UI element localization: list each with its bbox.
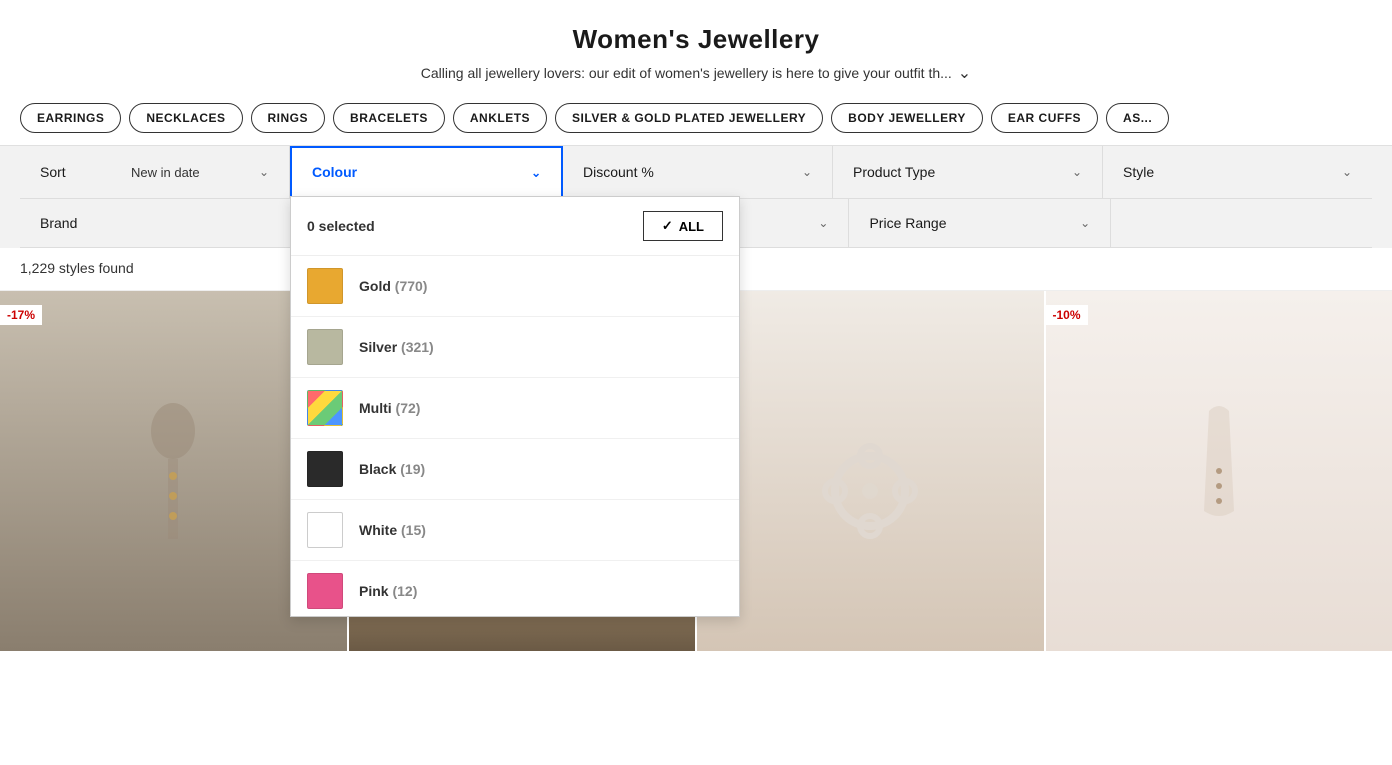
page-title-area: Women's Jewellery Calling all jewellery …	[0, 0, 1392, 91]
chevron-down-icon: ⌄	[1342, 165, 1352, 179]
selected-count: 0 selected	[307, 218, 375, 234]
category-pill-earrings[interactable]: EARRINGS	[20, 103, 121, 133]
colour-label-white: White (15)	[359, 522, 426, 538]
discount-badge-1: -17%	[0, 305, 42, 325]
results-count: 1,229 styles found	[20, 260, 134, 276]
category-pill-body-jewellery[interactable]: BODY JEWELLERY	[831, 103, 983, 133]
category-pill-silver---gold-plated-jewellery[interactable]: SILVER & GOLD PLATED JEWELLERY	[555, 103, 823, 133]
filter-style-label: Style	[1123, 164, 1154, 180]
filter-colour[interactable]: Colour ⌃ 0 selected ✓ ALL Gold (770)	[290, 146, 563, 198]
chevron-down-icon: ⌄	[802, 165, 812, 179]
dropdown-header: 0 selected ✓ ALL	[291, 197, 739, 256]
category-pill-rings[interactable]: RINGS	[251, 103, 326, 133]
filter-sort-value: New in date	[131, 165, 200, 180]
category-pill-anklets[interactable]: ANKLETS	[453, 103, 547, 133]
colour-label-gold: Gold (770)	[359, 278, 427, 294]
colour-option-multi[interactable]: Multi (72)	[291, 378, 739, 439]
category-pill-necklaces[interactable]: NECKLACES	[129, 103, 242, 133]
filter-brand[interactable]: Brand ⌄	[20, 199, 326, 247]
colour-option-white[interactable]: White (15)	[291, 500, 739, 561]
filters-bar: Sort New in date ⌄ Colour ⌃ 0 selected ✓…	[0, 146, 1392, 248]
filter-colour-label: Colour	[312, 164, 357, 180]
colour-list: Gold (770) Silver (321) Multi (72)	[291, 256, 739, 616]
colour-dropdown: 0 selected ✓ ALL Gold (770) Sil	[290, 196, 740, 617]
colour-option-gold[interactable]: Gold (770)	[291, 256, 739, 317]
product-image-4	[1046, 291, 1392, 651]
check-mark: ✓	[662, 218, 673, 234]
filter-discount[interactable]: Discount % ⌄	[563, 146, 833, 198]
filter-brand-label: Brand	[40, 215, 77, 231]
all-button[interactable]: ✓ ALL	[643, 211, 723, 241]
colour-swatch-black	[307, 451, 343, 487]
colour-option-black[interactable]: Black (19)	[291, 439, 739, 500]
colour-swatch-white	[307, 512, 343, 548]
discount-badge-4: -10%	[1046, 305, 1088, 325]
colour-swatch-multi	[307, 390, 343, 426]
filter-sort-label: Sort	[40, 164, 66, 180]
page-subtitle: Calling all jewellery lovers: our edit o…	[20, 63, 1372, 83]
colour-label-pink: Pink (12)	[359, 583, 417, 599]
category-pill-ear-cuffs[interactable]: EAR CUFFS	[991, 103, 1098, 133]
category-pill-bracelets[interactable]: BRACELETS	[333, 103, 445, 133]
chevron-down-icon: ⌄	[1072, 165, 1082, 179]
product-silhouette-3	[820, 371, 920, 571]
filter-product-type-label: Product Type	[853, 164, 935, 180]
filter-price-range-label: Price Range	[869, 215, 946, 231]
filter-product-type[interactable]: Product Type ⌄	[833, 146, 1103, 198]
all-label: ALL	[679, 219, 704, 234]
page-title: Women's Jewellery	[20, 24, 1372, 55]
chevron-up-icon: ⌃	[531, 165, 541, 179]
colour-option-silver[interactable]: Silver (321)	[291, 317, 739, 378]
product-card-3[interactable]: -10%	[695, 291, 1044, 651]
filter-sort[interactable]: Sort New in date ⌄	[20, 146, 290, 198]
product-silhouette-4	[1179, 371, 1259, 571]
colour-swatch-silver	[307, 329, 343, 365]
subtitle-text: Calling all jewellery lovers: our edit o…	[421, 65, 952, 81]
product-card-4[interactable]: -10%	[1044, 291, 1392, 651]
colour-option-pink[interactable]: Pink (12)	[291, 561, 739, 616]
chevron-down-icon: ⌄	[1080, 216, 1090, 230]
colour-label-silver: Silver (321)	[359, 339, 434, 355]
filters-row-1: Sort New in date ⌄ Colour ⌃ 0 selected ✓…	[20, 146, 1372, 199]
filter-price-range[interactable]: Price Range ⌄	[849, 199, 1111, 247]
product-silhouette-1	[133, 371, 213, 571]
category-nav: EARRINGS NECKLACES RINGSBRACELETS ANKLETS SI…	[0, 91, 1392, 146]
chevron-down-icon: ⌄	[259, 165, 269, 179]
colour-label-multi: Multi (72)	[359, 400, 420, 416]
colour-swatch-gold	[307, 268, 343, 304]
colour-label-black: Black (19)	[359, 461, 425, 477]
product-image-3	[697, 291, 1044, 651]
category-pill-as---[interactable]: AS...	[1106, 103, 1169, 133]
subtitle-expand-icon[interactable]: ⌄	[958, 63, 971, 83]
filter-discount-label: Discount %	[583, 164, 654, 180]
chevron-down-icon: ⌄	[818, 216, 828, 230]
colour-swatch-pink	[307, 573, 343, 609]
filter-style[interactable]: Style ⌄	[1103, 146, 1372, 198]
